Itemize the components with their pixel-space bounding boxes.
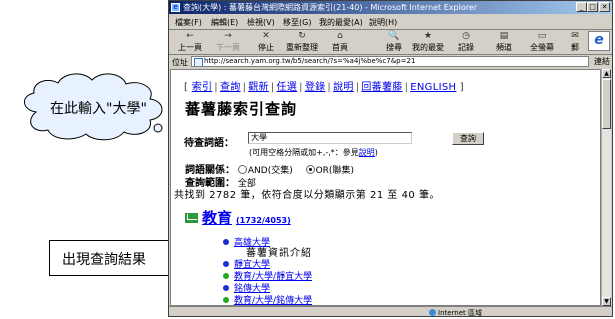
nav-link-index[interactable]: 索引	[192, 82, 213, 93]
bullet-icon	[223, 261, 229, 267]
channels-icon: ▤	[499, 31, 509, 41]
menu-file[interactable]: 檔案(F)	[175, 17, 202, 28]
title-bar: e 查詢(大學) : 蕃薯藤台灣網際網路資源索引(21-40) - Micros…	[169, 1, 612, 14]
category-heading: 教育 (1732/4053)	[185, 207, 291, 228]
stop-button[interactable]: ✕ 停止	[249, 31, 283, 53]
nav-link-search[interactable]: 查詢	[220, 82, 241, 93]
envelope-icon	[185, 213, 198, 223]
bullet-icon	[223, 297, 229, 303]
menu-help[interactable]: 說明(H)	[369, 17, 397, 28]
maximize-button[interactable]: □	[587, 2, 598, 12]
stop-icon: ✕	[262, 31, 270, 41]
nav-links: [ 索引 | 查詢 | 觀新 | 任選 | 登錄 | 說明 | 回蕃薯藤 | ENGLISH ]	[184, 82, 464, 93]
home-button[interactable]: ⌂ 首頁	[323, 31, 357, 53]
forward-arrow-icon: →	[224, 31, 232, 41]
category-link[interactable]: 教育	[202, 209, 232, 227]
nav-link-english[interactable]: ENGLISH	[410, 82, 456, 93]
result-link[interactable]: 教育/大學/銘傳大學	[234, 296, 312, 305]
result-summary: 共找到 2782 筆，依符合度以分類顯示第 21 至 40 筆。	[174, 190, 440, 201]
favorites-button[interactable]: ★ 我的最愛	[411, 31, 445, 53]
vertical-scrollbar[interactable]: ▲ ▼	[601, 69, 611, 306]
home-icon: ⌂	[337, 31, 343, 41]
favorites-icon: ★	[423, 31, 433, 41]
page-title: 蕃薯藤索引查詢	[185, 100, 298, 118]
nav-link-help[interactable]: 說明	[333, 82, 354, 93]
result-item: 教育/大學/銘傳大學	[223, 293, 312, 305]
query-label: 待查詞語：	[184, 138, 234, 149]
category-count-link[interactable]: (1732/4053)	[236, 216, 291, 225]
address-bar: 位址 http://search.yam.org.tw/b5/search/?s…	[169, 55, 612, 68]
radio-and[interactable]	[237, 165, 247, 174]
radio-or[interactable]	[305, 165, 315, 174]
bullet-icon	[223, 239, 229, 245]
menu-edit[interactable]: 編輯(E)	[211, 17, 238, 28]
fullscreen-icon: ▭	[537, 31, 547, 41]
toolbar: ← 上一頁 → 下一頁 ✕ 停止 ↻ 重新整理 ⌂ 首頁 🔍 搜尋 ★ 我的最愛 ◷ 記錄 ▤ 頻…	[169, 30, 612, 55]
ie-page-icon: e	[171, 3, 180, 12]
bullet-icon	[223, 285, 229, 291]
nav-link-home[interactable]: 回蕃薯藤	[361, 82, 402, 93]
close-button[interactable]: ✕	[599, 2, 610, 12]
query-hint: (可用空格分隔或加+,-,*：參見說明)	[249, 148, 378, 157]
hint-help-link[interactable]: 說明	[359, 148, 375, 157]
security-zone: Internet 區域	[429, 308, 482, 318]
radio-or-label: OR(聯集)	[315, 166, 354, 176]
forward-button[interactable]: → 下一頁	[211, 31, 245, 53]
cloud-callout-text: 在此輸入"大學"	[50, 101, 147, 117]
search-button[interactable]: 🔍 搜尋	[377, 31, 411, 53]
search-icon: 🔍	[388, 31, 400, 41]
back-arrow-icon: ←	[186, 31, 194, 41]
nav-link-random[interactable]: 任選	[277, 82, 298, 93]
refresh-icon: ↻	[298, 31, 306, 41]
result-callout-text: 出現查詢結果	[62, 252, 146, 268]
menu-go[interactable]: 移至(G)	[283, 17, 311, 28]
mail-icon: ✉	[571, 31, 579, 41]
mail-button[interactable]: ✉ 郵	[561, 31, 589, 53]
nav-link-register[interactable]: 登錄	[305, 82, 326, 93]
history-icon: ◷	[462, 31, 470, 41]
history-button[interactable]: ◷ 記錄	[449, 31, 483, 53]
address-input[interactable]: http://search.yam.org.tw/b5/search/?s=%a…	[191, 56, 589, 67]
query-input[interactable]: 大學	[248, 132, 412, 144]
scroll-up-icon[interactable]: ▲	[602, 69, 611, 78]
fullscreen-button[interactable]: ▭ 全螢幕	[525, 31, 559, 53]
scroll-thumb[interactable]	[602, 79, 611, 129]
window-title: 查詢(大學) : 蕃薯藤台灣網際網路資源索引(21-40) - Microsof…	[183, 3, 478, 12]
menu-favorites[interactable]: 我的最愛(A)	[319, 17, 363, 28]
back-button[interactable]: ← 上一頁	[173, 31, 207, 53]
page-icon	[194, 58, 203, 66]
globe-icon	[429, 309, 436, 316]
channels-button[interactable]: ▤ 頻道	[487, 31, 521, 53]
menu-bar: 檔案(F) 編輯(E) 檢視(V) 移至(G) 我的最愛(A) 說明(H) e	[169, 15, 612, 51]
query-button[interactable]: 查詢	[452, 132, 484, 145]
browser-window: e 查詢(大學) : 蕃薯藤台灣網際網路資源索引(21-40) - Micros…	[168, 0, 613, 317]
nav-link-new[interactable]: 觀新	[248, 82, 269, 93]
menu-view[interactable]: 檢視(V)	[247, 17, 275, 28]
links-button[interactable]: 連結	[594, 56, 610, 67]
scroll-down-icon[interactable]: ▼	[602, 297, 611, 306]
address-label: 位址	[172, 58, 188, 67]
page-content: [ 索引 | 查詢 | 觀新 | 任選 | 登錄 | 說明 | 回蕃薯藤 | ENGLISH ] 蕃薯藤索引…	[170, 69, 601, 306]
minimize-button[interactable]: _	[576, 2, 587, 12]
bullet-icon	[223, 273, 229, 279]
refresh-button[interactable]: ↻ 重新整理	[285, 31, 319, 53]
status-bar: Internet 區域	[169, 306, 612, 317]
